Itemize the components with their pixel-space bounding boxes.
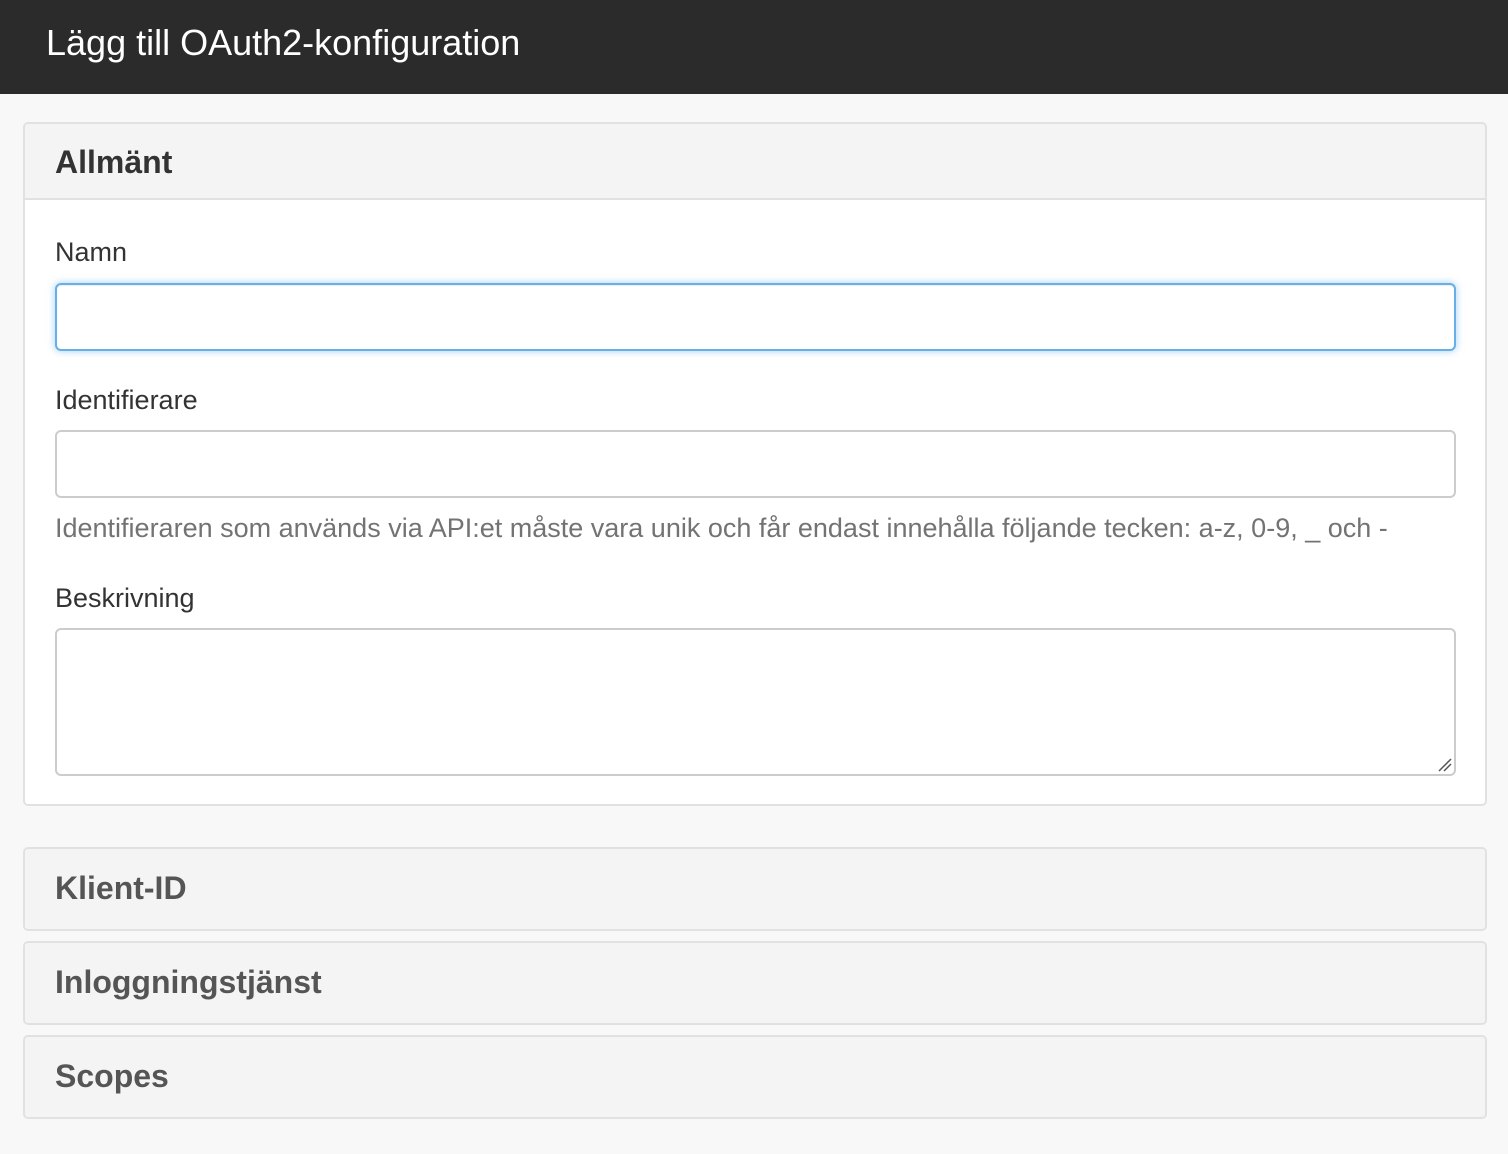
scopes-panel-heading[interactable]: Scopes xyxy=(25,1037,1485,1117)
scopes-panel: Scopes xyxy=(23,1035,1487,1119)
client-id-panel-heading[interactable]: Klient-ID xyxy=(25,849,1485,929)
login-service-panel: Inloggningstjänst xyxy=(23,941,1487,1025)
identifier-help-text: Identifieraren som används via API:et må… xyxy=(55,513,1388,543)
general-panel: Allmänt Namn Identifierare Identifierare… xyxy=(23,122,1487,806)
name-input[interactable] xyxy=(55,283,1456,351)
top-bar: Lägg till OAuth2-konfiguration xyxy=(0,0,1508,94)
name-label: Namn xyxy=(55,237,128,267)
login-service-panel-title: Inloggningstjänst xyxy=(55,964,322,1000)
identifier-label: Identifierare xyxy=(55,385,198,415)
scopes-panel-title: Scopes xyxy=(55,1058,169,1094)
description-textarea[interactable] xyxy=(55,628,1456,776)
resize-handle-icon[interactable] xyxy=(1436,756,1452,772)
general-panel-heading[interactable]: Allmänt xyxy=(25,124,1485,200)
client-id-panel: Klient-ID xyxy=(23,847,1487,931)
identifier-input[interactable] xyxy=(55,430,1456,498)
page-title: Lägg till OAuth2-konfiguration xyxy=(46,22,521,63)
client-id-panel-title: Klient-ID xyxy=(55,870,187,906)
login-service-panel-heading[interactable]: Inloggningstjänst xyxy=(25,943,1485,1023)
description-label: Beskrivning xyxy=(55,583,195,613)
general-panel-title: Allmänt xyxy=(55,144,173,180)
